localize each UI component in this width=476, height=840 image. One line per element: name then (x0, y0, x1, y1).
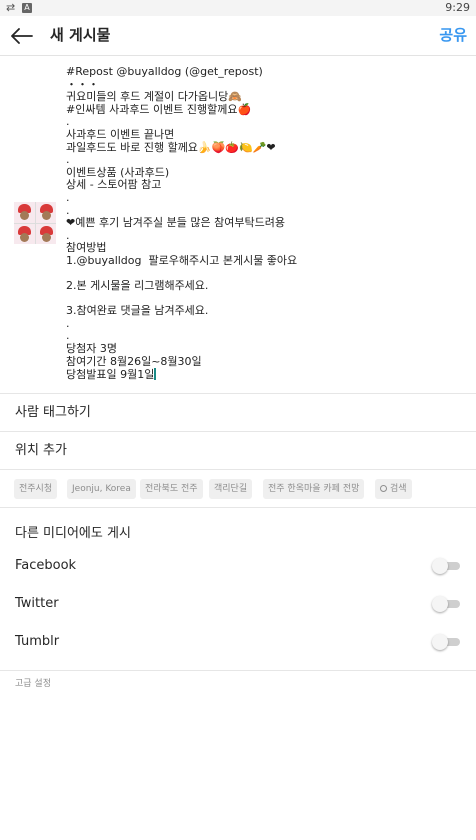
share-other-title: 다른 미디어에도 게시 (15, 526, 131, 541)
caption-line: 당첨자 3명 (66, 342, 117, 356)
facebook-toggle[interactable] (432, 558, 460, 574)
caption-line: . (66, 228, 70, 242)
status-time: 9:29 (445, 1, 470, 14)
caption-line: . (66, 316, 70, 330)
divider (0, 670, 476, 671)
caption-line: 상세 - 스토어팜 참고 (66, 178, 162, 192)
arrow-left-icon (11, 28, 33, 44)
caption-line: #Repost @buyalldog (@get_repost) (66, 65, 263, 78)
add-location-label: 위치 추가 (15, 443, 67, 458)
location-chip[interactable]: 전주 한옥마을 카페 전망 (263, 479, 365, 499)
caption-line: . (66, 329, 70, 343)
caption-line: 과일후드도 바로 진행 할께요🍌🍑🍅🍋🥕❤ (66, 140, 276, 154)
toggle-knob (432, 596, 448, 612)
caption-input[interactable]: #Repost @buyalldog (@get_repost) ・・・ 귀요미들의… (66, 65, 466, 382)
thumbnail-cell (35, 202, 56, 223)
twitter-toggle[interactable] (432, 596, 460, 612)
tumblr-toggle[interactable] (432, 634, 460, 650)
location-search-label: 검색 (390, 484, 407, 494)
share-twitter-row: Twitter (0, 585, 476, 623)
status-bar: ⇄ A 9:29 (0, 0, 476, 16)
notification-a-icon: A (22, 3, 32, 13)
location-chip[interactable]: 객리단길 (209, 479, 253, 499)
thumbnail-cell (35, 223, 56, 244)
caption-line: #인싸템 사과후드 이벤트 진행할께요🍎 (66, 102, 252, 116)
caption-line: 1.@buyalldog 팔로우해주시고 본게시물 좋아요 (66, 253, 298, 267)
location-chip[interactable]: 전주시청 (14, 479, 58, 499)
repeat-icon: ⇄ (6, 1, 16, 14)
caption-line: 참여기간 8월26일~8월30일 (66, 354, 202, 368)
location-chip[interactable]: 전라북도 전주 (140, 479, 203, 499)
toggle-knob (432, 634, 448, 650)
twitter-label: Twitter (15, 596, 59, 611)
facebook-label: Facebook (15, 558, 77, 573)
location-search-chip[interactable]: 검색 (375, 479, 412, 499)
toggle-knob (432, 558, 448, 574)
caption-line: 당첨발표일 9월1일 (66, 368, 157, 382)
caption-line: . (66, 190, 70, 204)
post-thumbnail[interactable] (14, 202, 56, 244)
caption-line: 2.본 게시물을 리그램해주세요. (66, 279, 209, 293)
text-caret (154, 368, 157, 381)
tag-people-label: 사람 태그하기 (15, 405, 91, 420)
tumblr-label: Tumblr (15, 634, 60, 649)
share-tumblr-row: Tumblr (0, 623, 476, 661)
tag-people-row[interactable]: 사람 태그하기 (0, 394, 476, 432)
app-header: 새 게시물 공유 (0, 16, 476, 56)
caption-line: ❤예쁜 후기 남겨주실 분들 많은 참여부탁드려용 (66, 216, 285, 230)
share-facebook-row: Facebook (0, 547, 476, 585)
caption-line: . (66, 153, 70, 167)
thumbnail-cell (14, 202, 35, 223)
caption-line: 귀요미들의 후드 계절이 다가옵니당🙈 (66, 90, 242, 104)
advanced-settings-link[interactable]: 고급 설정 (15, 678, 51, 690)
back-button[interactable] (8, 22, 36, 50)
compose-area: #Repost @buyalldog (@get_repost) ・・・ 귀요미들의… (0, 56, 476, 394)
location-suggestions: 전주시청 Jeonju, Korea 전라북도 전주 객리단길 전주 한옥마을 … (0, 470, 476, 508)
share-button[interactable]: 공유 (439, 25, 467, 45)
page-title: 새 게시물 (50, 26, 111, 44)
location-chip[interactable]: Jeonju, Korea (67, 479, 136, 499)
thumbnail-cell (14, 223, 35, 244)
add-location-row[interactable]: 위치 추가 (0, 432, 476, 470)
caption-line: 사과후드 이벤트 끝나면 (66, 127, 175, 141)
caption-line: 3.참여완료 댓글을 남겨주세요. (66, 304, 209, 318)
search-icon (380, 485, 387, 492)
